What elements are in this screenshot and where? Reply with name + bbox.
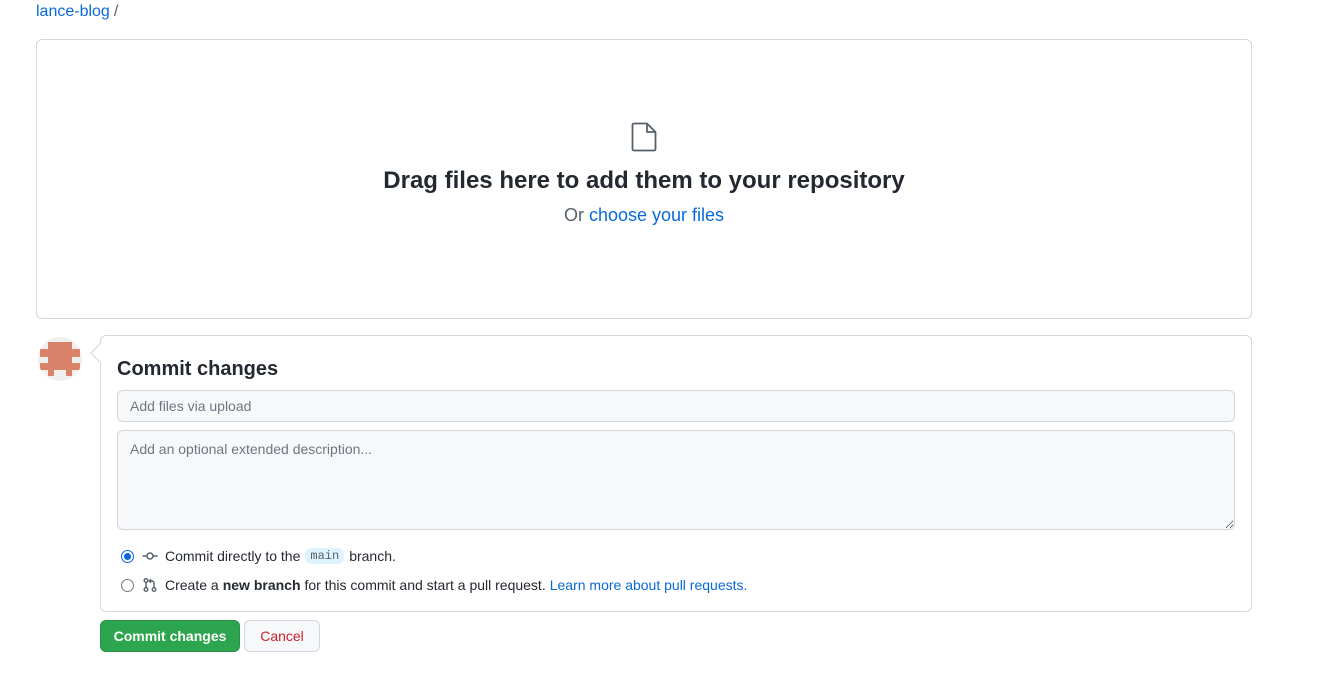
git-pull-request-icon bbox=[143, 578, 157, 592]
commit-description-input[interactable] bbox=[117, 430, 1235, 530]
comment-caret bbox=[90, 343, 110, 363]
commit-summary-input[interactable] bbox=[117, 390, 1235, 422]
commit-form: Commit changes Commit directly to the ma… bbox=[90, 335, 1252, 612]
identicon-icon bbox=[38, 337, 82, 381]
breadcrumb-separator: / bbox=[113, 3, 119, 20]
file-icon bbox=[631, 122, 657, 152]
new-branch-suffix: for this commit and start a pull request… bbox=[304, 577, 546, 593]
new-branch-radio[interactable] bbox=[121, 578, 134, 592]
breadcrumb: lance-blog / bbox=[36, 3, 118, 21]
commit-direct-prefix: Commit directly to the bbox=[165, 548, 301, 564]
dropzone-title: Drag files here to add them to your repo… bbox=[383, 167, 905, 194]
new-branch-option[interactable]: Create a new branch for this commit and … bbox=[121, 575, 747, 595]
commit-direct-option[interactable]: Commit directly to the main branch. bbox=[121, 546, 396, 566]
new-branch-prefix: Create a bbox=[165, 577, 219, 593]
cancel-button[interactable]: Cancel bbox=[244, 620, 320, 652]
learn-more-pull-requests-link[interactable]: Learn more about pull requests. bbox=[550, 577, 748, 593]
commit-heading: Commit changes bbox=[117, 358, 279, 380]
dropzone-subtitle: Or choose your files bbox=[37, 204, 1251, 226]
commit-direct-suffix: branch. bbox=[349, 548, 396, 564]
avatar[interactable] bbox=[38, 337, 82, 381]
commit-direct-radio[interactable] bbox=[121, 549, 134, 563]
git-commit-icon bbox=[142, 552, 158, 560]
dropzone-or-text: Or bbox=[563, 205, 584, 225]
repo-link[interactable]: lance-blog bbox=[36, 3, 110, 20]
file-drop-zone[interactable]: Drag files here to add them to your repo… bbox=[36, 39, 1252, 319]
new-branch-bold: new branch bbox=[222, 577, 301, 593]
branch-name-badge: main bbox=[305, 548, 345, 564]
choose-files-link[interactable]: choose your files bbox=[589, 205, 724, 225]
commit-changes-button[interactable]: Commit changes bbox=[100, 620, 240, 652]
